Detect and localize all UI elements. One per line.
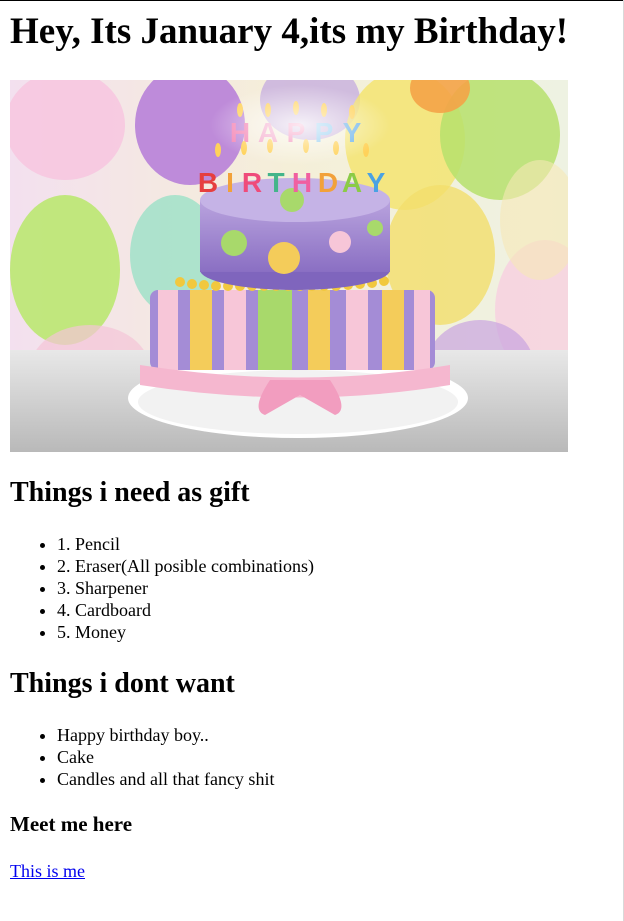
- svg-text:I: I: [226, 167, 234, 198]
- svg-text:R: R: [242, 167, 262, 198]
- list-item: Candles and all that fancy shit: [57, 768, 274, 790]
- svg-text:Y: Y: [367, 167, 386, 198]
- dont-want-list: Happy birthday boy.. Cake Candles and al…: [10, 724, 274, 790]
- list-item: 2. Eraser(All posible combinations): [57, 555, 314, 577]
- gift-list: 1. Pencil 2. Eraser(All posible combinat…: [10, 533, 314, 643]
- dont-want-heading: Things i dont want: [10, 668, 235, 699]
- gifts-heading: Things i need as gift: [10, 477, 250, 508]
- svg-text:A: A: [342, 167, 362, 198]
- page-title: Hey, Its January 4,its my Birthday!: [10, 11, 569, 52]
- svg-text:B: B: [198, 167, 218, 198]
- list-item: 5. Money: [57, 621, 314, 643]
- this-is-me-link[interactable]: This is me: [10, 860, 85, 882]
- list-item: Cake: [57, 746, 274, 768]
- list-item: 4. Cardboard: [57, 599, 314, 621]
- top-border: [0, 0, 624, 1]
- meet-heading: Meet me here: [10, 812, 133, 836]
- svg-text:H: H: [292, 167, 312, 198]
- svg-text:D: D: [318, 167, 338, 198]
- svg-text:T: T: [267, 167, 284, 198]
- birthday-cake-image: H A P P Y B I R T H D A Y: [10, 80, 568, 452]
- list-item: 1. Pencil: [57, 533, 314, 555]
- list-item: Happy birthday boy..: [57, 724, 274, 746]
- list-item: 3. Sharpener: [57, 577, 314, 599]
